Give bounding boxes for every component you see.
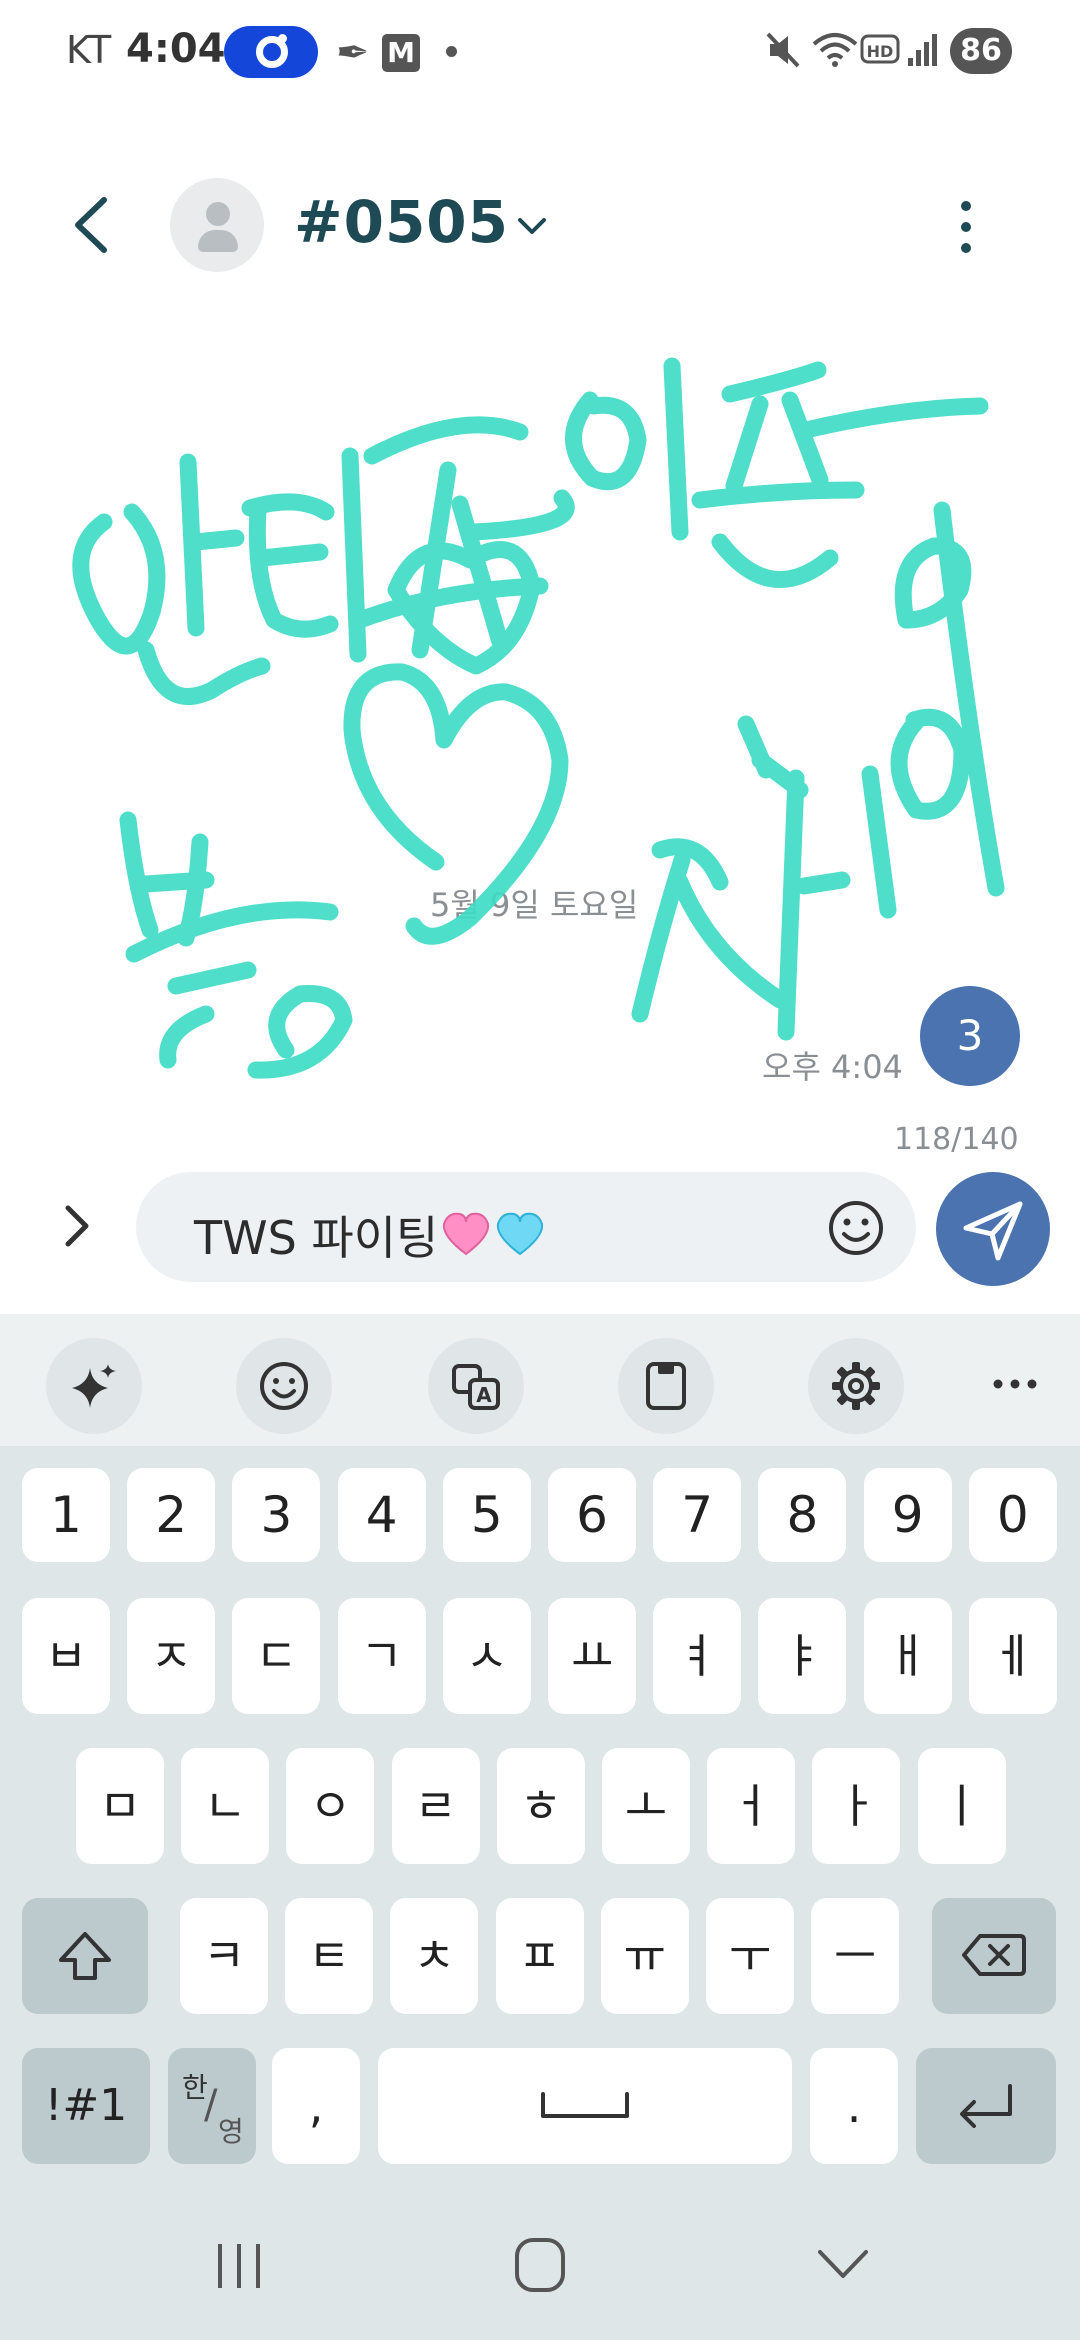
symbols-key[interactable]: !#1 bbox=[22, 2048, 150, 2164]
message-input[interactable]: TWS 파이팅 bbox=[136, 1172, 916, 1282]
settings-button[interactable] bbox=[808, 1338, 904, 1434]
jamo-key[interactable]: ㅡ bbox=[811, 1898, 900, 2014]
jamo-key[interactable]: ㅑ bbox=[758, 1598, 847, 1714]
svg-text:A: A bbox=[476, 1383, 492, 1407]
home-icon[interactable] bbox=[495, 2226, 585, 2306]
jamo-key[interactable]: ㅂ bbox=[22, 1598, 110, 1714]
message-input-text[interactable]: TWS 파이팅 bbox=[194, 1202, 546, 1268]
number-key[interactable]: 7 bbox=[653, 1468, 742, 1562]
number-key[interactable]: 6 bbox=[548, 1468, 636, 1562]
ai-sparkle-icon bbox=[72, 1364, 116, 1408]
shift-arrow-icon bbox=[59, 1932, 111, 1980]
jamo-key[interactable]: ㅠ bbox=[600, 1898, 689, 2014]
number-key[interactable]: 0 bbox=[968, 1468, 1057, 1562]
wifi-icon bbox=[812, 33, 858, 67]
number-key[interactable]: 9 bbox=[863, 1468, 952, 1562]
space-key[interactable] bbox=[378, 2048, 792, 2164]
carrier-label: KT bbox=[66, 28, 112, 72]
jamo-key[interactable]: ㅛ bbox=[548, 1598, 636, 1714]
jamo-key[interactable]: ㅐ bbox=[863, 1598, 952, 1714]
backspace-key[interactable] bbox=[932, 1898, 1056, 2014]
translate-icon: A bbox=[452, 1364, 500, 1410]
avatar-person-icon[interactable] bbox=[170, 178, 264, 272]
enter-arrow-icon bbox=[960, 2084, 1012, 2128]
jamo-key[interactable]: ㅗ bbox=[602, 1748, 690, 1864]
number-key[interactable]: 2 bbox=[127, 1468, 216, 1562]
m-app-icon: M bbox=[382, 34, 420, 72]
recent-apps-icon[interactable] bbox=[194, 2226, 284, 2306]
jamo-key[interactable]: ㅕ bbox=[653, 1598, 742, 1714]
battery-icon: 86 bbox=[950, 28, 1012, 74]
feather-icon: ✒ bbox=[336, 30, 370, 76]
send-button[interactable] bbox=[936, 1172, 1050, 1286]
number-key[interactable]: 1 bbox=[22, 1468, 110, 1562]
jamo-key[interactable]: ㅇ bbox=[286, 1748, 375, 1864]
more-vertical-icon[interactable] bbox=[946, 192, 986, 262]
signal-icon bbox=[908, 34, 937, 66]
hd-icon: HD bbox=[860, 34, 900, 64]
jamo-key[interactable]: ㅋ bbox=[180, 1898, 268, 2014]
jamo-key[interactable]: ㄹ bbox=[391, 1748, 480, 1864]
backspace-icon bbox=[962, 1934, 1026, 1976]
number-key[interactable]: 8 bbox=[758, 1468, 847, 1562]
ai-sparkle-button[interactable] bbox=[46, 1338, 142, 1434]
blue-heart-icon bbox=[497, 1212, 544, 1256]
status-bar: KT 4:04 ✒ M HD 86 bbox=[0, 0, 1080, 110]
mute-icon bbox=[766, 32, 800, 68]
space-bar-icon bbox=[541, 2092, 629, 2118]
back-arrow-icon[interactable] bbox=[60, 190, 130, 260]
jamo-key[interactable]: ㅁ bbox=[76, 1748, 164, 1864]
emoji-icon[interactable] bbox=[826, 1198, 886, 1258]
back-down-icon[interactable] bbox=[798, 2226, 888, 2306]
chat-area: 5월 9일 토요일 오후 4:04 3 118/140 bbox=[0, 290, 1080, 1170]
language-toggle-key[interactable]: 한 / 영 bbox=[168, 2048, 256, 2164]
jamo-key[interactable]: ㄴ bbox=[181, 1748, 270, 1864]
jamo-key[interactable]: ㅔ bbox=[968, 1598, 1057, 1714]
jamo-key[interactable]: ㅍ bbox=[495, 1898, 584, 2014]
period-key[interactable]: . bbox=[810, 2048, 898, 2164]
jamo-key[interactable]: ㅣ bbox=[917, 1748, 1006, 1864]
jamo-key[interactable]: ㅎ bbox=[496, 1748, 585, 1864]
shift-key[interactable] bbox=[22, 1898, 148, 2014]
keyboard-toolbar: A bbox=[0, 1314, 1080, 1446]
emoji-toolbar-button[interactable] bbox=[236, 1338, 332, 1434]
lang-key-bottom: 영 bbox=[218, 2115, 244, 2148]
jamo-key[interactable]: ㅓ bbox=[707, 1748, 796, 1864]
keyboard: A 1 2 3 4 5 6 7 8 9 0 ㅂ ㅈ ㄷ ㄱ ㅅ ㅛ ㅕ ㅑ ㅐ … bbox=[0, 1314, 1080, 2340]
jamo-key[interactable]: ㅜ bbox=[706, 1898, 794, 2014]
expand-chevron-icon[interactable] bbox=[52, 1196, 102, 1256]
number-key[interactable]: 5 bbox=[442, 1468, 531, 1562]
jamo-key[interactable]: ㅅ bbox=[442, 1598, 531, 1714]
jamo-key[interactable]: ㅈ bbox=[127, 1598, 216, 1714]
handwritten-doodle-drawing bbox=[72, 357, 1005, 1079]
enter-key[interactable] bbox=[916, 2048, 1056, 2164]
send-icon bbox=[963, 1201, 1023, 1261]
navigation-bar bbox=[0, 2190, 1080, 2340]
lang-key-divider: / bbox=[204, 2082, 218, 2128]
dot-icon bbox=[446, 46, 457, 57]
message-input-value: TWS 파이팅 bbox=[194, 1211, 439, 1265]
chat-header: #0505 bbox=[0, 160, 1080, 290]
brand-pill-icon bbox=[224, 26, 318, 78]
status-time: 4:04 bbox=[126, 26, 226, 72]
settings-gear-icon bbox=[832, 1362, 880, 1410]
jamo-key[interactable]: ㅊ bbox=[390, 1898, 479, 2014]
clipboard-button[interactable] bbox=[618, 1338, 714, 1434]
chevron-down-icon[interactable] bbox=[512, 206, 552, 246]
chat-title[interactable]: #0505 bbox=[294, 188, 509, 256]
clipboard-icon bbox=[646, 1362, 686, 1410]
number-key[interactable]: 3 bbox=[232, 1468, 321, 1562]
jamo-key[interactable]: ㅏ bbox=[812, 1748, 901, 1864]
jamo-key[interactable]: ㄱ bbox=[337, 1598, 426, 1714]
jamo-key[interactable]: ㄷ bbox=[232, 1598, 321, 1714]
svg-text:HD: HD bbox=[867, 42, 894, 61]
jamo-key[interactable]: ㅌ bbox=[285, 1898, 374, 2014]
translate-button[interactable]: A bbox=[428, 1338, 524, 1434]
comma-key[interactable]: , bbox=[272, 2048, 360, 2164]
pink-heart-icon bbox=[443, 1212, 490, 1256]
more-horizontal-icon[interactable] bbox=[990, 1364, 1040, 1404]
emoji-icon bbox=[260, 1362, 308, 1410]
number-key[interactable]: 4 bbox=[337, 1468, 426, 1562]
